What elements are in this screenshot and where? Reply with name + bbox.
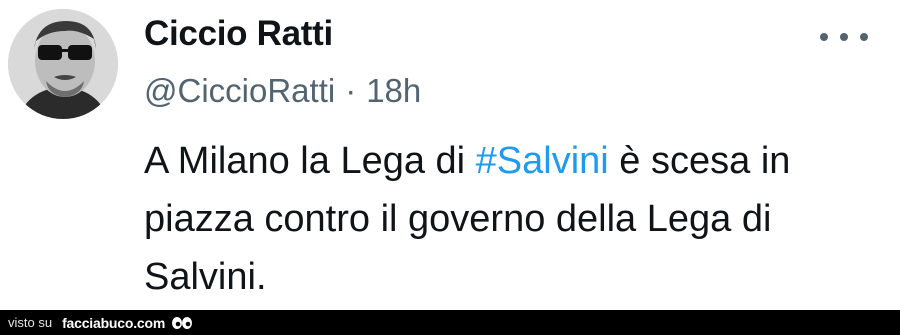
tweet-text: A Milano la Lega di #Salvini è scesa in … — [144, 132, 884, 306]
author-handle[interactable]: @CiccioRatti — [144, 72, 335, 110]
eyes-logo-icon — [171, 316, 193, 330]
avatar[interactable] — [8, 9, 118, 119]
more-dot — [860, 33, 868, 41]
handle-line: @CiccioRatti · 18h — [144, 72, 421, 110]
tweet-text-before: A Milano la Lega di — [144, 140, 476, 182]
watermark-site[interactable]: facciabuco.com — [62, 315, 165, 331]
tweet-card: Ciccio Ratti @CiccioRatti · 18h A Milano l… — [0, 0, 900, 310]
separator-dot: · — [345, 72, 357, 109]
more-horizontal-icon[interactable] — [820, 26, 868, 48]
more-dot — [820, 33, 828, 41]
author-name[interactable]: Ciccio Ratti — [144, 14, 333, 54]
more-dot — [840, 33, 848, 41]
hashtag-link[interactable]: #Salvini — [476, 140, 609, 182]
watermark-bar: visto su facciabuco.com — [0, 310, 900, 335]
watermark-prefix: visto su — [8, 315, 53, 330]
timestamp[interactable]: 18h — [366, 72, 421, 110]
